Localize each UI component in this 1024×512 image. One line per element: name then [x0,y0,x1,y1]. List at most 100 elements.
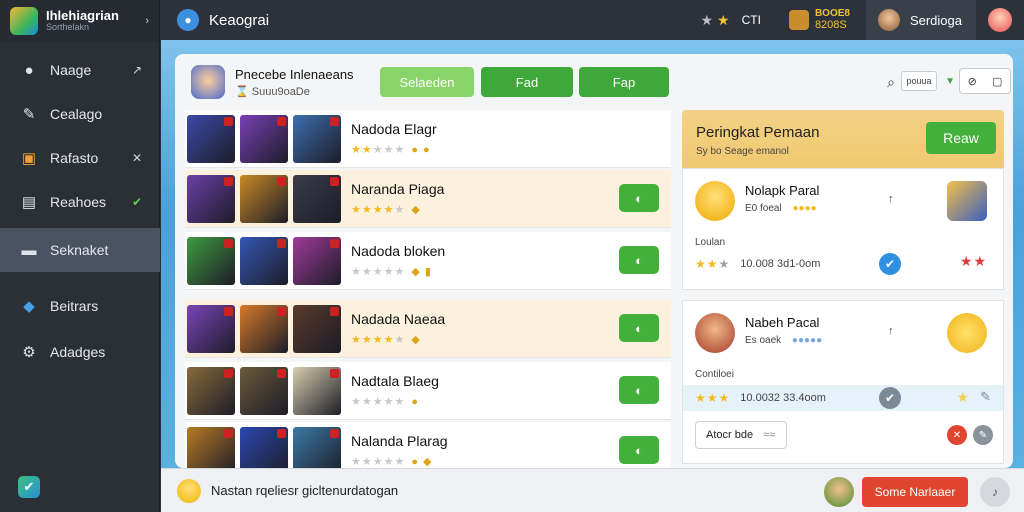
folder-icon: ▬ [21,241,37,259]
avatar[interactable] [824,477,854,507]
chevron-down-icon[interactable]: › [145,15,149,27]
panel-subtitle: Suuu9oaDe [251,85,310,98]
character-portrait[interactable] [240,236,288,285]
character-portrait[interactable] [293,304,341,353]
character-portrait[interactable] [187,114,235,163]
list-item[interactable]: Nadada Naeaa ★★★★★ ◆ ◐ [185,300,671,358]
text-field[interactable]: Atocr bde ≈≈ [695,421,787,449]
pin-icon: ● [24,61,34,79]
character-portrait[interactable] [240,114,288,163]
pencil-icon[interactable]: ✎ [980,389,991,405]
sidebar-item-1[interactable]: ✎ Cealago [0,92,160,136]
text-field-suffix: ≈≈ [763,429,776,441]
rank-badge-icon [224,238,233,248]
sidebar-item-label: Cealago [50,106,103,122]
leaderboard-card[interactable]: Nolapk Paral E0 foeal ●●●● ↑ Loulan ★★★ … [682,168,1004,290]
brand[interactable]: Ihlehiagrian Sorthelakn › [0,0,159,42]
sidebar: Ihlehiagrian Sorthelakn › ● Naage ↗ ✎ Ce… [0,0,160,512]
search-icon[interactable]: ⌕ [887,74,895,91]
user-name: Serdioga [909,12,962,28]
invite-button[interactable]: ◐ [619,376,659,404]
action-button[interactable]: Some Narlaaer [862,477,968,507]
character-portrait[interactable] [187,174,235,223]
list-item[interactable]: Nadoda Elagr ★★★★★ ● ● [185,110,671,168]
tab-2[interactable]: Fap [579,67,669,97]
bell-icon[interactable]: ♪ [980,477,1010,507]
invite-button[interactable]: ◐ [619,246,659,274]
invite-button[interactable]: ◐ [619,436,659,464]
rating-stars: ★★★★★ ◆ [351,204,421,216]
character-portrait[interactable] [293,114,341,163]
decline-button[interactable]: ✕ [947,425,967,445]
character-tiles [187,174,341,223]
character-portrait[interactable] [293,236,341,285]
app-subtitle: Sorthelakn [46,22,90,33]
rank-badge-icon [277,306,286,316]
view-button[interactable]: Reaw [926,122,996,154]
edit-button[interactable]: ✎ [973,425,993,445]
rating-stars: ★★★★★ ● ◆ [351,456,433,468]
stat-row: ★★★ 10.0032 33.4oom [683,385,1003,411]
gear-icon: ⚙ [22,344,36,361]
view-controls[interactable]: ⊘ ▢ [959,68,1011,94]
character-portrait[interactable] [187,236,235,285]
sidebar-item-4[interactable]: ▬ Seknaket [0,228,160,272]
sidebar-item-6[interactable]: ⚙ Adadges [0,330,160,374]
character-portrait[interactable] [187,366,235,415]
close-icon[interactable]: ✕ [132,151,142,165]
rank-dots: ●●●●● [791,335,823,346]
list-item[interactable]: Nadtala Blaeg ★★★★★ ● ◐ [185,362,671,420]
invite-button[interactable]: ◐ [619,184,659,212]
panel-header: Pnecebe Inlenaeans ⌛ Suuu9oaDe Selaeden … [175,54,1013,110]
tab-0[interactable]: Selaeden [380,67,474,97]
app-icon[interactable]: ● [177,9,199,31]
sidebar-item-5[interactable]: ◆ Beitrars [0,284,160,328]
window-icon[interactable]: ▢ [992,75,1002,88]
rank-badge-icon [224,428,233,438]
tab-1[interactable]: Fad [481,67,573,97]
check-icon: ✔ [879,387,901,409]
sidebar-item-label: Rafasto [50,150,99,166]
invite-button[interactable]: ◐ [619,314,659,342]
row-player-name: Naranda Piaga [351,181,445,197]
refresh-icon[interactable]: ⊘ [968,75,977,88]
character-portrait[interactable] [240,304,288,353]
row-player-name: Nadtala Blaeg [351,373,439,389]
list-item[interactable]: Naranda Piaga ★★★★★ ◆ ◐ [185,170,671,228]
card-player-name: Nabeh Pacal [745,315,820,330]
rank-dots: ●●●● [792,203,817,214]
row-player-name: Nadoda Elagr [351,121,437,137]
sidebar-item-0[interactable]: ● Naage ↗ [0,48,160,92]
red-stars: ★★ [959,253,987,269]
character-portrait[interactable] [293,366,341,415]
pin-icon[interactable]: ↑ [888,325,894,337]
sidebar-item-3[interactable]: ▤ Reahoes ✔ [0,180,160,224]
row-extra: ● [411,396,419,408]
sidebar-item-2[interactable]: ▣ Rafasto ✕ [0,136,160,180]
avatar [695,313,735,353]
character-portrait[interactable] [293,174,341,223]
level-label: CTI [741,13,761,27]
leaderboard-card[interactable]: Nabeh Pacal Es oaek ●●●●● ↑ Contiloei ★★… [682,300,1004,464]
list-item[interactable]: Nadoda bloken ★★★★★ ◆ ▮ ◐ [185,232,671,290]
smile-icon[interactable] [177,478,201,503]
stat-row: ★★★ 10.008 3d1-0om [683,251,1003,277]
card-meta: Es oaek [745,335,782,346]
shield-check-icon[interactable]: ✔ [18,476,40,498]
profile-avatar[interactable] [988,8,1012,32]
currency-display[interactable]: BOOE8 8208S [788,8,850,31]
coins-top: BOOE8 [814,8,850,20]
sidebar-item-label: Adadges [50,344,106,360]
rank-badge-icon [330,116,339,126]
character-portrait[interactable] [240,366,288,415]
pin-icon[interactable]: ↑ [888,193,894,205]
character-portrait[interactable] [187,304,235,353]
top-bar: ● Keaograi ★ ★ CTI BOOE8 8208S Serdioga [161,0,1024,40]
user-menu[interactable]: Serdioga [865,0,976,40]
chevron-down-icon[interactable]: ▼ [945,76,955,87]
verified-icon: ✔ [879,253,901,275]
character-portrait[interactable] [240,174,288,223]
filter-select[interactable]: pouua [901,71,937,91]
player-avatar[interactable] [191,65,225,99]
row-player-name: Nadada Naeaa [351,311,446,327]
